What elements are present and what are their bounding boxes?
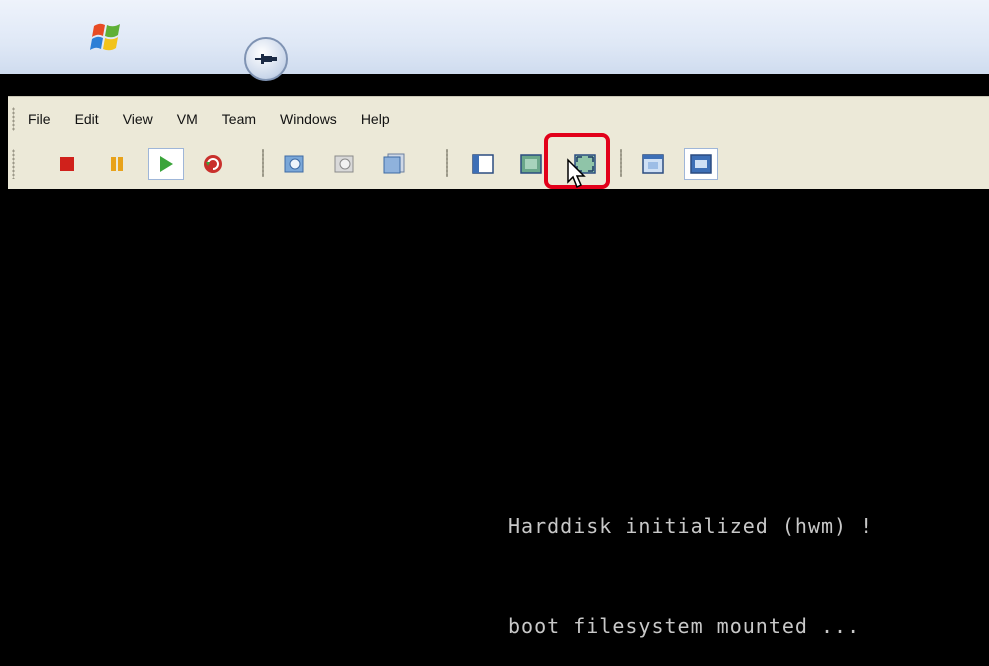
pause-icon <box>111 157 123 171</box>
menu-file[interactable]: File <box>28 111 51 127</box>
snapshot-revert-icon <box>334 155 354 173</box>
top-black-band <box>0 74 989 96</box>
toolbar-separator <box>620 149 622 177</box>
console-line: boot filesystem mounted ... <box>508 614 861 638</box>
mouse-pointer-icon <box>567 158 586 189</box>
suspend-button[interactable] <box>102 149 132 179</box>
snapshot-manager-icon <box>383 153 405 174</box>
summary-view-button[interactable] <box>638 149 668 179</box>
stop-square-icon <box>60 157 74 171</box>
toolbar <box>8 141 989 185</box>
summary-view-icon <box>642 154 664 174</box>
pin-icon <box>255 54 277 64</box>
play-triangle-icon <box>160 156 173 172</box>
menubar-grip[interactable] <box>12 107 15 131</box>
windows-logo-icon <box>90 23 120 51</box>
power-on-button[interactable] <box>148 148 184 180</box>
power-off-button[interactable] <box>52 149 82 179</box>
snapshot-take-button[interactable] <box>280 149 310 179</box>
console-view-icon <box>690 154 712 174</box>
menu-view[interactable]: View <box>123 111 153 127</box>
vmware-window-chrome: File Edit View VM Team Windows Help <box>8 96 989 189</box>
menu-help[interactable]: Help <box>361 111 390 127</box>
snapshot-icon <box>284 155 304 173</box>
menu-edit[interactable]: Edit <box>75 111 99 127</box>
toolbar-separator <box>262 149 264 177</box>
toolbar-grip[interactable] <box>12 149 15 179</box>
menu-windows[interactable]: Windows <box>280 111 337 127</box>
snapshot-revert-button[interactable] <box>330 149 360 179</box>
menu-team[interactable]: Team <box>222 111 256 127</box>
desktop-top-bar <box>0 0 989 74</box>
console-view-button[interactable] <box>684 148 718 180</box>
toolbar-separator <box>446 149 448 177</box>
sidebar-panel-icon <box>472 154 494 174</box>
show-sidebar-button[interactable] <box>468 149 498 179</box>
quick-switch-button[interactable] <box>516 149 546 179</box>
snapshot-manager-button[interactable] <box>380 149 410 179</box>
menubar: File Edit View VM Team Windows Help <box>28 107 414 131</box>
quick-switch-icon <box>520 154 542 174</box>
console-line: Harddisk initialized (hwm) ! <box>508 514 874 538</box>
pin-toolbar-button[interactable] <box>244 37 288 81</box>
menu-vm[interactable]: VM <box>177 111 198 127</box>
vm-console-output: Harddisk initialized (hwm) ! boot filesy… <box>508 462 873 666</box>
reset-button[interactable] <box>198 149 228 179</box>
reset-cycle-icon <box>204 155 222 173</box>
